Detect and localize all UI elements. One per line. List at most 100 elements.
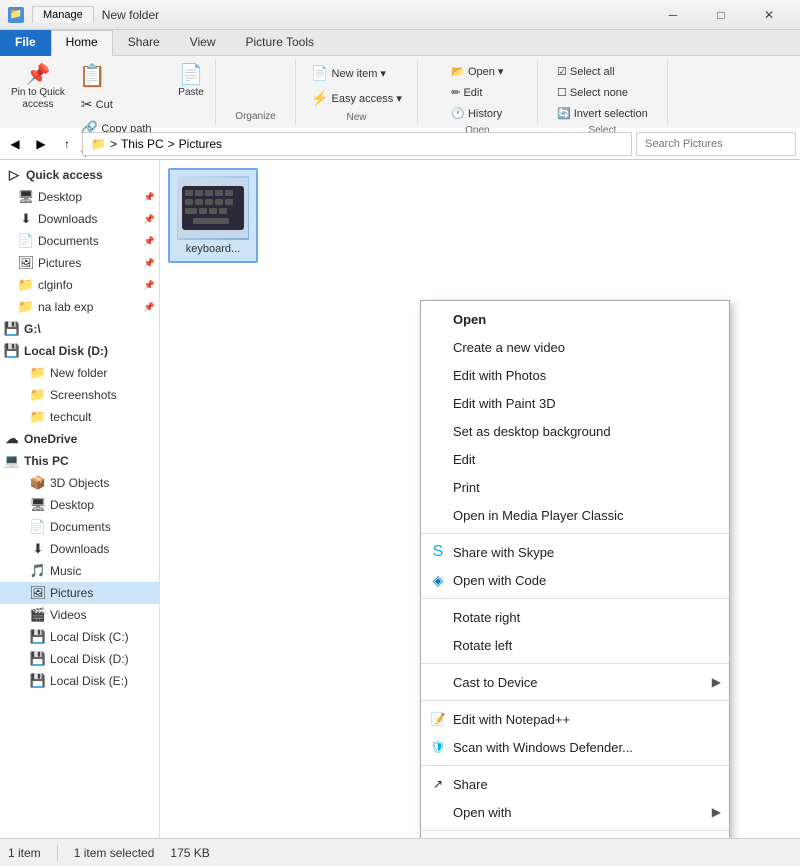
sidebar-item-screenshots[interactable]: 📁 Screenshots [0,384,159,406]
pin-indicator-clg: 📌 [144,280,155,291]
sidebar-item-new-folder[interactable]: 📁 New folder [0,362,159,384]
pin-indicator: 📌 [144,192,155,203]
sidebar: ▷ Quick access 🖥 Desktop 📌 ⬇ Downloads 📌… [0,160,160,838]
ctx-share-skype[interactable]: S Share with Skype [421,538,729,566]
sidebar-item-documents-qa[interactable]: 📄 Documents 📌 [0,230,159,252]
sidebar-item-3d-objects[interactable]: 📦 3D Objects [0,472,159,494]
new-label: New [346,110,366,123]
paste-button[interactable]: 📄 Paste [171,62,211,101]
clipboard-group: 📌 Pin to Quickaccess 📋 ✂ Cut 🔗 Copy path… [0,60,216,124]
sidebar-item-downloads-pc[interactable]: ⬇ Downloads [0,538,159,560]
sidebar-item-quick-access[interactable]: ▷ Quick access [0,164,159,186]
sidebar-item-local-e[interactable]: 💾 Local Disk (E:) [0,670,159,692]
ctx-cast-device[interactable]: Cast to Device ▶ [421,668,729,696]
copy-button-ribbon[interactable]: 📋 [74,62,169,92]
tab-picture-tools[interactable]: Picture Tools [231,30,329,56]
tab-share[interactable]: Share [113,30,175,56]
status-bar: 1 item 1 item selected 175 KB [0,838,800,866]
invert-selection-button[interactable]: 🔄 Invert selection [550,104,655,123]
history-button[interactable]: 🕐 History [444,104,510,123]
tab-home[interactable]: Home [51,30,113,56]
sidebar-item-desktop-qa[interactable]: 🖥 Desktop 📌 [0,186,159,208]
ctx-edit-notepad[interactable]: 📝 Edit with Notepad++ [421,705,729,733]
breadcrumb-home[interactable]: 📁 [91,137,106,151]
skype-icon: S [429,543,447,561]
ctx-open-vscode[interactable]: ◈ Open with Code [421,566,729,594]
ctx-open[interactable]: Open [421,305,729,333]
sidebar-item-g-drive[interactable]: 💾 G:\ [0,318,159,340]
window-title: New folder [102,8,159,22]
share-icon: ↗ [429,775,447,793]
sidebar-item-documents-pc[interactable]: 📄 Documents [0,516,159,538]
ctx-edit-paint3d[interactable]: Edit with Paint 3D [421,389,729,417]
local-d-icon: 💾 [4,343,20,359]
pictures-qa-icon: 🖼 [18,255,34,271]
tab-view[interactable]: View [175,30,231,56]
sidebar-item-this-pc[interactable]: 💻 This PC [0,450,159,472]
minimize-button[interactable]: ─ [650,1,696,29]
cut-button[interactable]: ✂ Cut [74,93,169,116]
vscode-icon: ◈ [429,571,447,589]
breadcrumb-pictures[interactable]: Pictures [179,137,222,151]
up-button[interactable]: ↑ [56,133,78,155]
ctx-edit[interactable]: Edit [421,445,729,473]
maximize-button[interactable]: □ [698,1,744,29]
select-all-button[interactable]: ☑ Select all [550,62,655,81]
breadcrumb-this-pc[interactable]: This PC [121,137,164,151]
sidebar-item-clginfo[interactable]: 📁 clginfo 📌 [0,274,159,296]
open-icon: 📂 [451,65,465,78]
ctx-share[interactable]: ↗ Share [421,770,729,798]
ctx-edit-photos[interactable]: Edit with Photos [421,361,729,389]
ctx-sep-1 [421,533,729,534]
quick-access-icon: ▷ [6,167,22,183]
tab-file[interactable]: File [0,30,51,56]
sidebar-item-downloads-qa[interactable]: ⬇ Downloads 📌 [0,208,159,230]
ctx-set-desktop-bg[interactable]: Set as desktop background [421,417,729,445]
sidebar-item-local-d2[interactable]: 💾 Local Disk (D:) [0,648,159,670]
sidebar-item-videos[interactable]: 🎬 Videos [0,604,159,626]
forward-button[interactable]: ▶ [30,133,52,155]
sidebar-item-pictures-qa[interactable]: 🖼 Pictures 📌 [0,252,159,274]
ctx-scan-defender[interactable]: 🛡 Scan with Windows Defender... [421,733,729,761]
pin-to-quick-access-button[interactable]: 📌 Pin to Quickaccess [4,62,72,114]
edit-button[interactable]: ✏ Edit [444,83,510,102]
ctx-sep-6 [421,830,729,831]
keyboard-svg [178,178,248,238]
sidebar-item-onedrive[interactable]: ☁ OneDrive [0,428,159,450]
ctx-rotate-left[interactable]: Rotate left [421,631,729,659]
close-button[interactable]: ✕ [746,1,792,29]
ctx-rotate-right[interactable]: Rotate right [421,603,729,631]
sidebar-item-local-d[interactable]: 💾 Local Disk (D:) [0,340,159,362]
ctx-sep-3 [421,663,729,664]
address-path[interactable]: 📁 > This PC > Pictures [82,132,632,156]
back-button[interactable]: ◀ [4,133,26,155]
select-none-button[interactable]: ☐ Select none [550,83,655,102]
g-drive-icon: 💾 [4,321,20,337]
ctx-open-mediaplayer[interactable]: Open in Media Player Classic [421,501,729,529]
sidebar-item-nalab[interactable]: 📁 na lab exp 📌 [0,296,159,318]
sidebar-item-techcult[interactable]: 📁 techcult [0,406,159,428]
status-count: 1 item [8,846,41,860]
sidebar-item-local-c[interactable]: 💾 Local Disk (C:) [0,626,159,648]
defender-icon: 🛡 [429,738,447,756]
title-bar: 📁 Manage New folder ─ □ ✕ [0,0,800,30]
sidebar-item-music[interactable]: 🎵 Music [0,560,159,582]
pin-indicator-doc: 📌 [144,236,155,247]
select-group: ☑ Select all ☐ Select none 🔄 Invert sele… [538,60,668,124]
new-item-button[interactable]: 📄 New item ▾ [304,62,409,85]
open-button[interactable]: 📂 Open ▾ [444,62,510,81]
content-area: keyboard... Open Create a new video Edit… [160,160,800,838]
ctx-print[interactable]: Print [421,473,729,501]
file-item-keyboard[interactable]: keyboard... [168,168,258,263]
ctx-sep-4 [421,700,729,701]
sidebar-item-pictures-pc[interactable]: 🖼 Pictures [0,582,159,604]
status-selected: 1 item selected [74,846,155,860]
ctx-create-video[interactable]: Create a new video [421,333,729,361]
ctx-give-access[interactable]: Give access to ▶ [421,835,729,838]
sidebar-item-desktop-pc[interactable]: 🖥 Desktop [0,494,159,516]
ctx-open-with[interactable]: Open with ▶ [421,798,729,826]
easy-access-button[interactable]: ⚡ Easy access ▾ [304,87,409,110]
search-input[interactable] [636,132,796,156]
easy-access-icon: ⚡ [311,90,328,107]
local-d2-icon: 💾 [30,651,46,667]
